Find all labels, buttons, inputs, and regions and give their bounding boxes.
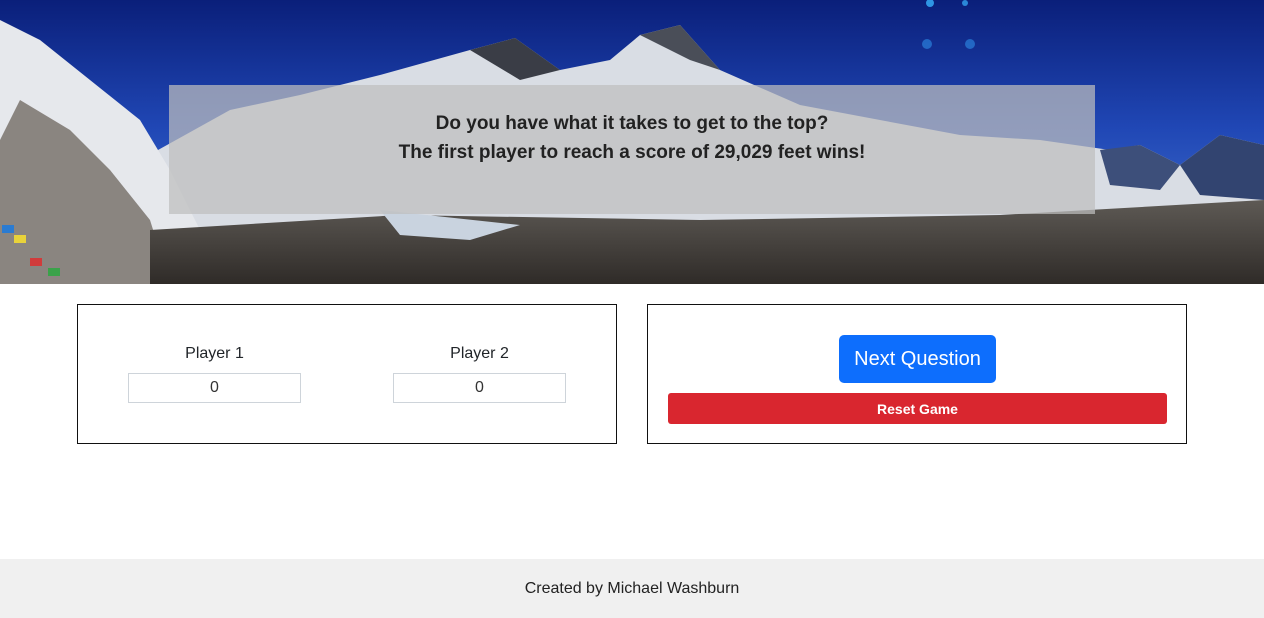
intro-rule: The first player to reach a score of 29,… <box>398 142 866 163</box>
reset-game-button[interactable]: Reset Game <box>668 393 1167 424</box>
player-1-score: Player 1 <box>128 345 301 403</box>
hero-banner: Do you have what it takes to get to the … <box>0 0 1264 284</box>
next-question-button[interactable]: Next Question <box>839 335 996 383</box>
player-2-label: Player 2 <box>450 345 509 362</box>
footer-credit: Created by Michael Washburn <box>524 580 740 597</box>
intro-question: Do you have what it takes to get to the … <box>435 113 829 134</box>
scoreboard-panel: Player 1 Player 2 <box>77 304 617 444</box>
player-2-score: Player 2 <box>393 345 566 403</box>
game-controls-panel: Next Question Reset Game <box>647 304 1187 444</box>
footer: Created by Michael Washburn <box>0 559 1264 618</box>
intro-message-box: Do you have what it takes to get to the … <box>169 85 1095 214</box>
player-1-score-field[interactable] <box>128 373 301 403</box>
player-1-label: Player 1 <box>185 345 244 362</box>
player-2-score-field[interactable] <box>393 373 566 403</box>
